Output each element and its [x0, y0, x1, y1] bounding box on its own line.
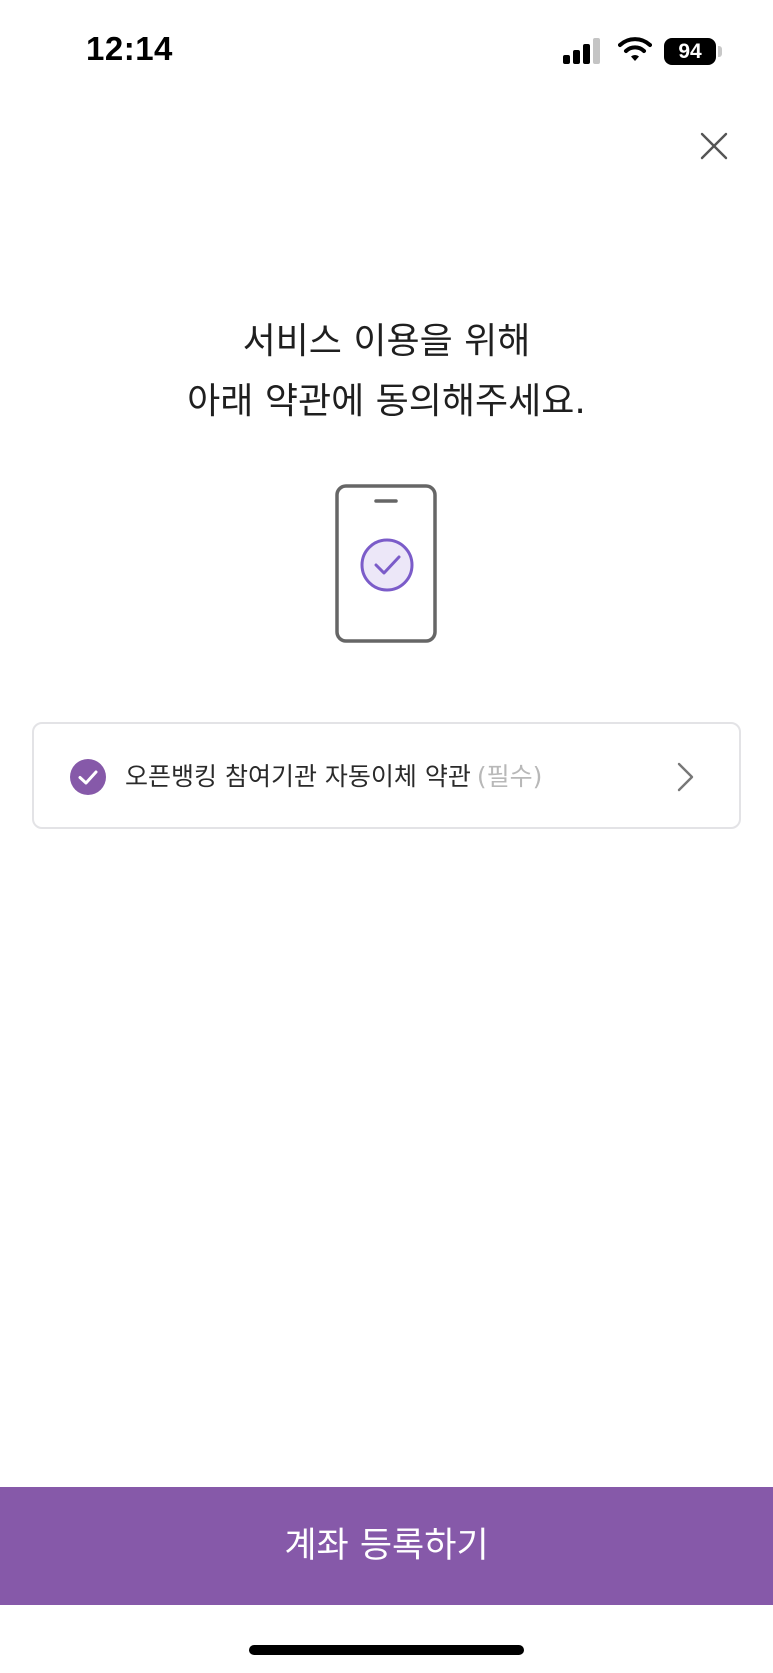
- close-icon: [700, 132, 728, 160]
- title-line-2: 아래 약관에 동의해주세요.: [187, 381, 586, 422]
- battery-tip: [718, 46, 722, 57]
- status-time: 12:14: [86, 30, 173, 67]
- register-account-button[interactable]: 계좌 등록하기: [0, 1487, 773, 1605]
- chevron-right-icon[interactable]: [674, 759, 698, 795]
- page-title: 서비스 이용을 위해 아래 약관에 동의해주세요.: [0, 312, 773, 432]
- status-bar: 12:14 94: [0, 0, 773, 100]
- signal-icon: [563, 38, 600, 64]
- terms-label: 오픈뱅킹 참여기관 자동이체 약관 (필수): [125, 758, 542, 796]
- check-circle-icon[interactable]: [70, 759, 106, 795]
- home-indicator: [249, 1645, 524, 1655]
- terms-title: 오픈뱅킹 참여기관 자동이체 약관: [125, 762, 471, 791]
- title-line-1: 서비스 이용을 위해: [242, 321, 531, 362]
- terms-item[interactable]: 오픈뱅킹 참여기관 자동이체 약관 (필수): [32, 722, 741, 829]
- battery-level: 94: [664, 38, 716, 65]
- battery-indicator: 94: [664, 38, 722, 65]
- terms-required-tag: (필수): [476, 762, 543, 791]
- close-button[interactable]: [694, 126, 734, 166]
- wifi-icon: [618, 37, 652, 61]
- phone-check-icon: [335, 484, 437, 643]
